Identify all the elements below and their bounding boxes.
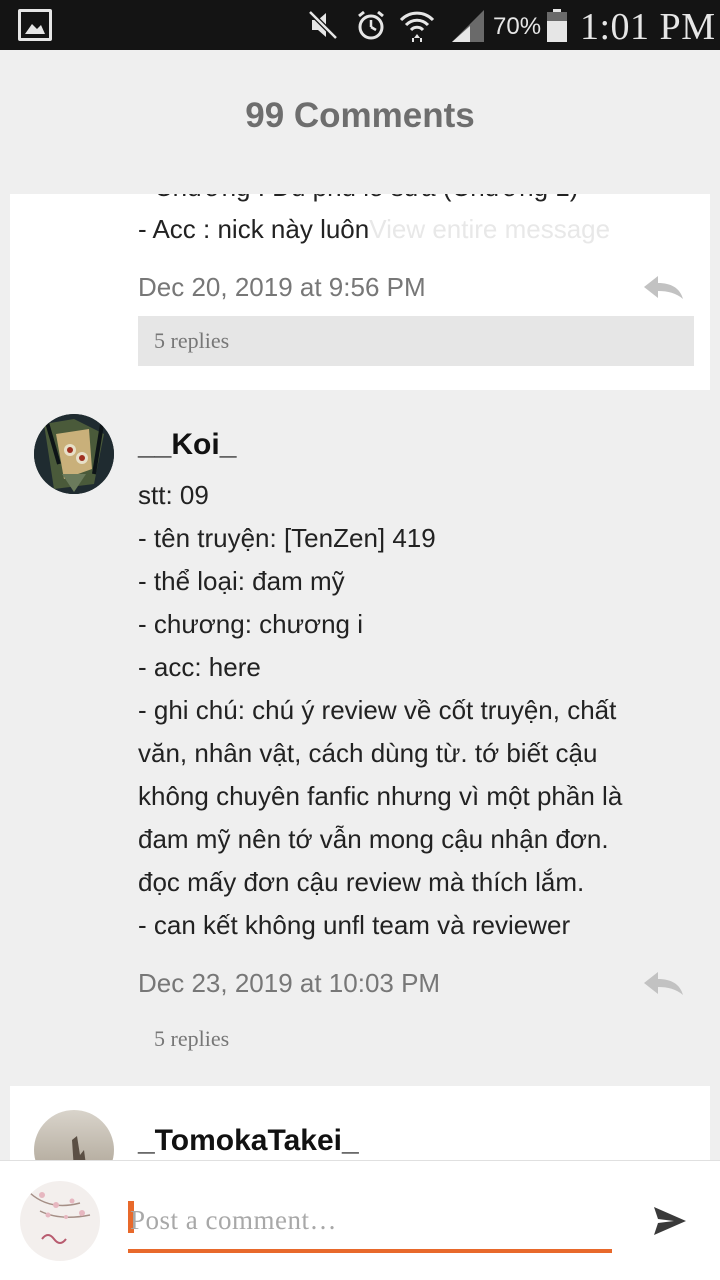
input-underline bbox=[128, 1249, 612, 1253]
comment-body-line: - Acc : nick này luônView entire message bbox=[138, 214, 611, 244]
comment-body-line: - can kết không unfl team và reviewer bbox=[138, 910, 571, 940]
comment-input-placeholder: Post a comment… bbox=[130, 1205, 337, 1235]
comment-composer: Post a comment… bbox=[0, 1160, 720, 1280]
comment-username[interactable]: __Koi_ bbox=[138, 428, 236, 462]
comment-body-line: stt: 09 bbox=[138, 480, 209, 510]
replies-button[interactable]: 5 replies bbox=[138, 316, 694, 366]
comment-body-line: - Chương : Đủ phủ ló sửa (Chương 1) bbox=[138, 194, 578, 203]
status-bar: 70% 1:01 PM bbox=[0, 0, 720, 50]
avatar[interactable] bbox=[34, 414, 114, 494]
comments-header: 99 Comments bbox=[0, 50, 720, 194]
replies-count: 5 replies bbox=[154, 328, 230, 353]
reply-icon[interactable] bbox=[640, 272, 686, 302]
alarm-icon bbox=[358, 10, 384, 40]
seasons-team-avatar bbox=[20, 1181, 100, 1261]
send-icon[interactable] bbox=[652, 1205, 688, 1237]
reply-icon[interactable] bbox=[640, 968, 686, 998]
battery-percent: 70% bbox=[493, 13, 542, 40]
comment-username[interactable]: _TomokaTakei_ bbox=[138, 1124, 359, 1158]
comment-body-line: - acc: here bbox=[138, 652, 261, 682]
battery-icon bbox=[547, 9, 567, 42]
comment-card: __Koi_ stt: 09 - tên truyện: [TenZen] 41… bbox=[0, 390, 720, 1086]
page-title: 99 Comments bbox=[245, 96, 475, 135]
comment-body-line: văn, nhân vật, cách dùng từ. tớ biết cậu bbox=[138, 738, 598, 768]
comment-timestamp: Dec 23, 2019 at 10:03 PM bbox=[138, 968, 441, 998]
comment-body-line: đọc mấy đơn cậu review mà thích lắm. bbox=[138, 867, 585, 897]
comment-body-line: - chương: chương i bbox=[138, 609, 363, 639]
comment-timestamp: Dec 20, 2019 at 9:56 PM bbox=[138, 272, 426, 302]
comment-body-line: - thể loại: đam mỹ bbox=[138, 566, 345, 596]
clock: 1:01 PM bbox=[580, 6, 716, 48]
comment-body-line: không chuyên fanfic nhưng vì một phần là bbox=[138, 781, 623, 811]
comment-card: - Chương : Đủ phủ ló sửa (Chương 1) - Ac… bbox=[10, 194, 710, 390]
comment-body-line: - ghi chú: chú ý review về cốt truyện, c… bbox=[138, 695, 617, 725]
comment-body-line: - tên truyện: [TenZen] 419 bbox=[138, 523, 436, 553]
signal-icon bbox=[452, 10, 484, 42]
mute-icon bbox=[308, 10, 338, 40]
view-entire-message-link[interactable]: View entire message bbox=[369, 214, 610, 244]
replies-button[interactable]: 5 replies bbox=[154, 1026, 229, 1052]
comment-body-line: đam mỹ nên tớ vẫn mong cậu nhận đơn. bbox=[138, 824, 609, 854]
comment-input[interactable]: Post a comment… bbox=[128, 1197, 612, 1253]
wifi-icon bbox=[399, 11, 435, 42]
gallery-icon bbox=[18, 9, 52, 41]
avatar[interactable] bbox=[34, 1110, 114, 1166]
comment-card: _TomokaTakei_ bbox=[10, 1086, 710, 1166]
